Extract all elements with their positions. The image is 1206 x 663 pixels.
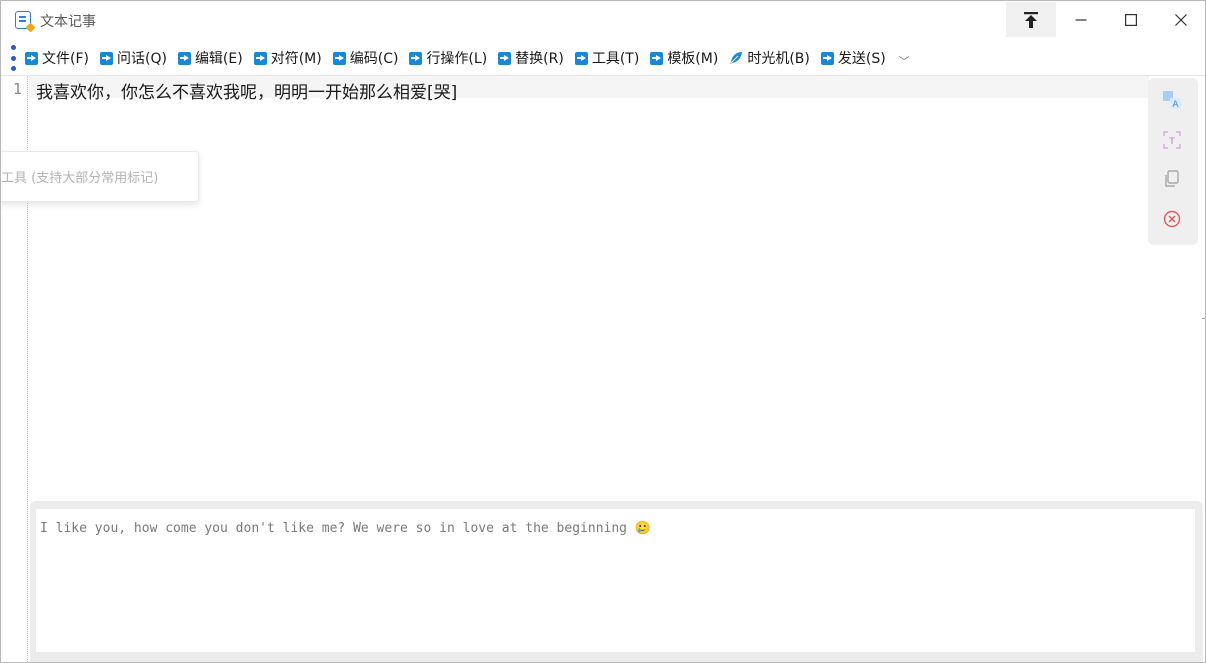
arrow-right-icon — [332, 51, 346, 65]
menu-edit-label: 编辑(E) — [194, 51, 243, 67]
arrow-right-icon — [498, 51, 512, 65]
menu-bar: 文件(F) 问话(Q) 编辑(E) 对符(M) 编码(C) 行操作(L) 替换(… — [1, 41, 1205, 75]
copy-icon — [1165, 170, 1179, 187]
app-window: 文本记事 文件(F) 问话(Q) 编辑(E) 对符(M) 编码(C) 行操作(L… — [0, 0, 1206, 663]
hint-tooltip-text: 工具 (支持大部分常用标记) — [1, 171, 159, 186]
clear-circle-icon — [1163, 210, 1181, 228]
menu-line-ops[interactable]: 行操作(L) — [409, 45, 487, 71]
menu-tools-label: 工具(T) — [591, 51, 640, 67]
svg-text:T: T — [1168, 137, 1175, 147]
menu-templates-label: 模板(M) — [667, 51, 719, 67]
chevron-down-icon[interactable]: ﹀ — [899, 53, 910, 69]
pin-on-top-button[interactable] — [1006, 2, 1056, 37]
arrow-right-icon — [253, 51, 267, 65]
copy-button[interactable] — [1160, 167, 1184, 191]
hint-tooltip: 工具 (支持大部分常用标记) — [1, 151, 199, 202]
svg-text:A: A — [1172, 100, 1179, 110]
feather-icon — [729, 51, 743, 65]
minimize-button[interactable] — [1056, 2, 1106, 37]
arrow-right-icon — [99, 51, 113, 65]
minimize-icon — [1075, 18, 1087, 21]
menu-tools[interactable]: 工具(T) — [574, 45, 640, 71]
maximize-icon — [1125, 13, 1137, 26]
title-bar[interactable]: 文本记事 — [1, 1, 1205, 39]
translation-text: I like you, how come you don't like me? … — [40, 521, 627, 536]
menu-symbols-label: 对符(M) — [270, 51, 322, 67]
maximize-button[interactable] — [1106, 2, 1156, 37]
menu-send[interactable]: 发送(S) — [820, 45, 886, 71]
menu-edit[interactable]: 编辑(E) — [177, 45, 243, 71]
menu-ask-label: 问话(Q) — [116, 51, 167, 67]
menu-file[interactable]: 文件(F) — [25, 45, 89, 71]
close-button[interactable] — [1156, 2, 1205, 37]
translation-output[interactable]: I like you, how come you don't like me? … — [36, 509, 1195, 652]
emoji-icon: 🥲 — [634, 521, 652, 536]
menu-file-label: 文件(F) — [42, 51, 89, 67]
resize-edge-mark — [1202, 318, 1205, 319]
menu-ask[interactable]: 问话(Q) — [99, 45, 167, 71]
arrow-right-icon — [574, 51, 588, 65]
arrow-right-icon — [177, 51, 191, 65]
menu-time-machine-label: 时光机(B) — [747, 51, 810, 67]
line-number: 1 — [12, 80, 22, 98]
menu-replace-label: 替换(R) — [515, 51, 564, 67]
editor-line-text[interactable]: 我喜欢你，你怎么不喜欢我呢，明明一开始那么相爱[哭] — [36, 78, 457, 103]
translation-text-row: I like you, how come you don't like me? … — [40, 521, 651, 536]
menu-time-machine[interactable]: 时光机(B) — [729, 45, 810, 71]
ocr-button[interactable]: T — [1160, 128, 1184, 152]
clear-button[interactable] — [1160, 207, 1184, 231]
close-icon — [1175, 13, 1187, 26]
menu-encoding-label: 编码(C) — [349, 51, 399, 67]
menu-replace[interactable]: 替换(R) — [498, 45, 564, 71]
translate-button[interactable]: A — [1160, 88, 1184, 112]
app-logo-icon — [15, 11, 31, 29]
more-options-icon[interactable] — [9, 45, 17, 71]
side-tool-panel: A T — [1148, 78, 1198, 245]
ocr-icon: T — [1163, 131, 1181, 149]
menu-line-ops-label: 行操作(L) — [426, 51, 488, 67]
translation-panel: I like you, how come you don't like me? … — [30, 501, 1203, 662]
arrow-right-icon — [820, 51, 834, 65]
text-editor[interactable]: 1 我喜欢你，你怎么不喜欢我呢，明明一开始那么相爱[哭] 工具 (支持大部分常用… — [1, 76, 1205, 662]
menu-templates[interactable]: 模板(M) — [650, 45, 718, 71]
menu-send-label: 发送(S) — [837, 51, 886, 67]
menu-encoding[interactable]: 编码(C) — [332, 45, 399, 71]
window-title: 文本记事 — [40, 14, 96, 30]
menu-symbols[interactable]: 对符(M) — [253, 45, 322, 71]
arrow-right-icon — [409, 51, 423, 65]
arrow-right-icon — [25, 51, 38, 65]
arrow-right-icon — [650, 51, 664, 65]
translate-icon: A — [1163, 91, 1181, 110]
pin-top-icon — [1024, 11, 1038, 28]
